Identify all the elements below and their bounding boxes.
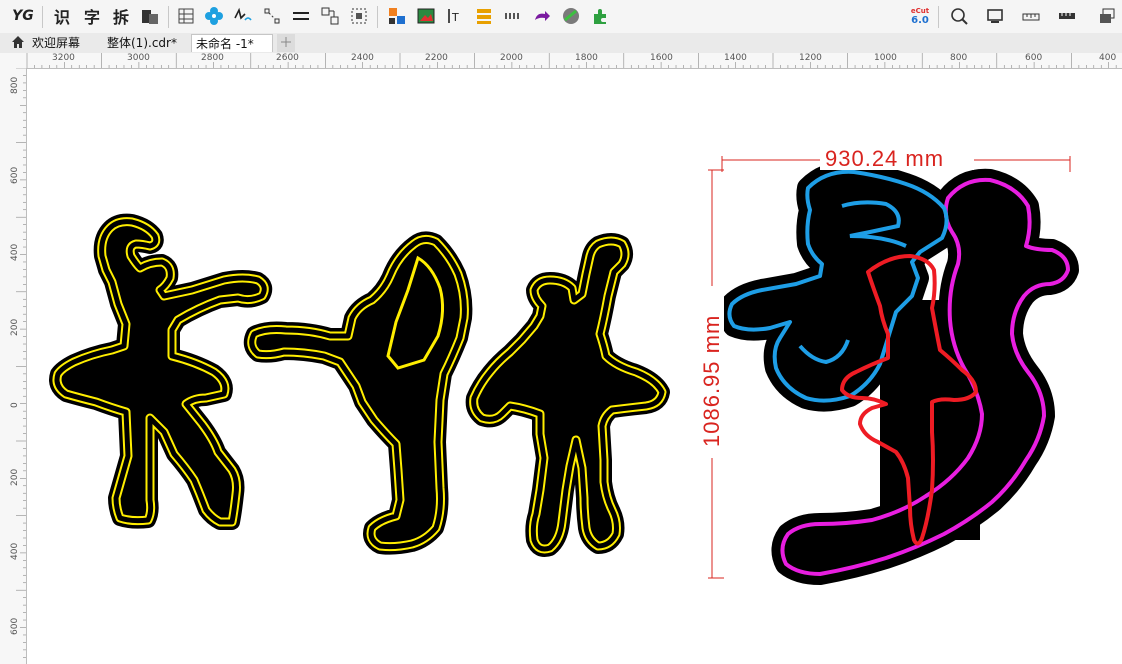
ecut-button[interactable]: eCut 6.0	[907, 3, 933, 29]
home-tab[interactable]	[6, 34, 30, 52]
ruler-label: 600	[1025, 53, 1043, 63]
table-icon	[178, 8, 194, 24]
width-dimension-label: 930.24 mm	[825, 146, 945, 171]
select-area-button[interactable]	[347, 3, 371, 29]
lines-button[interactable]	[289, 3, 313, 29]
text-align-button[interactable]: T	[443, 3, 467, 29]
ruler-label: 400	[10, 542, 20, 560]
measure-button[interactable]	[1054, 3, 1080, 29]
ballerina-silhouette-2[interactable]	[252, 239, 465, 546]
list-icon	[477, 9, 491, 24]
ecut-version: 6.0	[911, 15, 929, 26]
ruler-label: 0	[10, 402, 20, 408]
vertical-ruler-ticks	[16, 68, 26, 658]
document-tab-bar: 欢迎屏幕 整体(1).cdr* 未命名 -1*	[0, 33, 1122, 54]
ruler-button[interactable]	[1018, 3, 1044, 29]
color-blocks-icon	[389, 8, 405, 24]
ruler-label: 800	[950, 53, 968, 63]
ruler-label: 2800	[201, 53, 224, 63]
tab-welcome-screen[interactable]: 欢迎屏幕	[28, 34, 84, 52]
split-button[interactable]: 拆	[109, 3, 133, 29]
text-button[interactable]: 字	[80, 3, 104, 29]
xiu-calligraphy-sign[interactable]	[729, 172, 1068, 574]
list-button[interactable]	[472, 3, 496, 29]
node-tool-button[interactable]	[260, 3, 284, 29]
ruler-label: 800	[10, 76, 20, 94]
toolbar-separator	[938, 6, 939, 28]
ruler-label: 2600	[276, 53, 299, 63]
toolbar-separator	[42, 6, 43, 28]
svg-text:T: T	[451, 11, 459, 24]
ruler-label: 3200	[52, 53, 75, 63]
sphere-button[interactable]	[559, 3, 583, 29]
image-button[interactable]	[414, 3, 438, 29]
ruler-label: 600	[10, 617, 20, 635]
puzzle-piece-icon	[594, 9, 606, 24]
device-button[interactable]	[982, 3, 1008, 29]
pattern-button[interactable]	[202, 3, 226, 29]
toolbar-separator	[377, 6, 378, 28]
image-icon	[417, 8, 435, 24]
window-button[interactable]	[1094, 3, 1120, 29]
color-blocks-button[interactable]	[385, 3, 409, 29]
ruler-label: 1800	[575, 53, 598, 63]
tab-untitled[interactable]: 未命名 -1*	[191, 34, 273, 52]
sphere-icon	[563, 8, 579, 24]
plugin-button[interactable]	[588, 3, 612, 29]
ruler-label: 200	[10, 318, 20, 336]
flower-pattern-icon	[205, 7, 223, 25]
ruler-label: 1200	[799, 53, 822, 63]
ruler-icon	[1022, 13, 1040, 21]
grid-button[interactable]	[501, 3, 525, 29]
ruler-label: 2200	[425, 53, 448, 63]
artwork	[27, 148, 1122, 664]
arrange-button[interactable]	[318, 3, 342, 29]
ruler-label: 1000	[874, 53, 897, 63]
height-dimension-label: 1086.95 mm	[699, 314, 724, 447]
plus-icon	[281, 37, 291, 47]
main-toolbar: YG 识 字 拆 T eCut 6.0	[0, 0, 1122, 34]
toolbar-separator	[168, 6, 169, 28]
parallel-lines-icon	[293, 12, 309, 20]
yg-logo-button[interactable]: YG	[10, 3, 36, 29]
select-area-icon	[351, 8, 367, 24]
horizontal-ruler[interactable]: 3200 3000 2800 2600 2400 2200 2000 1800 …	[0, 53, 1122, 69]
ruler-label: 2400	[351, 53, 374, 63]
home-icon	[12, 36, 24, 48]
ruler-label: 400	[10, 243, 20, 261]
add-tab-button[interactable]	[277, 34, 295, 52]
curve-tool-button[interactable]	[231, 3, 255, 29]
monitor-icon	[987, 9, 1003, 23]
ruler-label: 200	[10, 468, 20, 486]
windows-stack-icon	[1100, 8, 1115, 23]
ballerina-silhouette-1[interactable]	[57, 217, 264, 522]
ballerina-silhouette-3[interactable]	[474, 241, 662, 549]
measure-tape-icon	[1059, 13, 1075, 19]
layers-button[interactable]	[138, 3, 162, 29]
redo-button[interactable]	[530, 3, 554, 29]
arrange-icon	[321, 7, 339, 25]
ruler-label: 1400	[724, 53, 747, 63]
tab-document-whole[interactable]: 整体(1).cdr*	[103, 34, 181, 52]
ruler-label: 1600	[650, 53, 673, 63]
ruler-label: 400	[1099, 53, 1117, 63]
table-button[interactable]	[175, 3, 197, 29]
layers-icon	[142, 10, 158, 24]
zoom-button[interactable]	[946, 3, 972, 29]
magnifier-icon	[951, 8, 968, 25]
nodes-icon	[264, 8, 280, 24]
recognize-button[interactable]: 识	[50, 3, 74, 29]
text-align-icon: T	[448, 9, 459, 24]
redo-arrow-icon	[535, 11, 550, 21]
vertical-ruler[interactable]: 800 600 400 200 0 200 400 600	[0, 68, 27, 664]
ruler-label: 3000	[127, 53, 150, 63]
dot-grid-icon	[505, 13, 519, 19]
drawing-canvas[interactable]: 930.24 mm 1086.95 mm	[27, 69, 1122, 664]
ruler-label: 2000	[500, 53, 523, 63]
ruler-label: 600	[10, 166, 20, 184]
curve-icon	[234, 7, 252, 21]
